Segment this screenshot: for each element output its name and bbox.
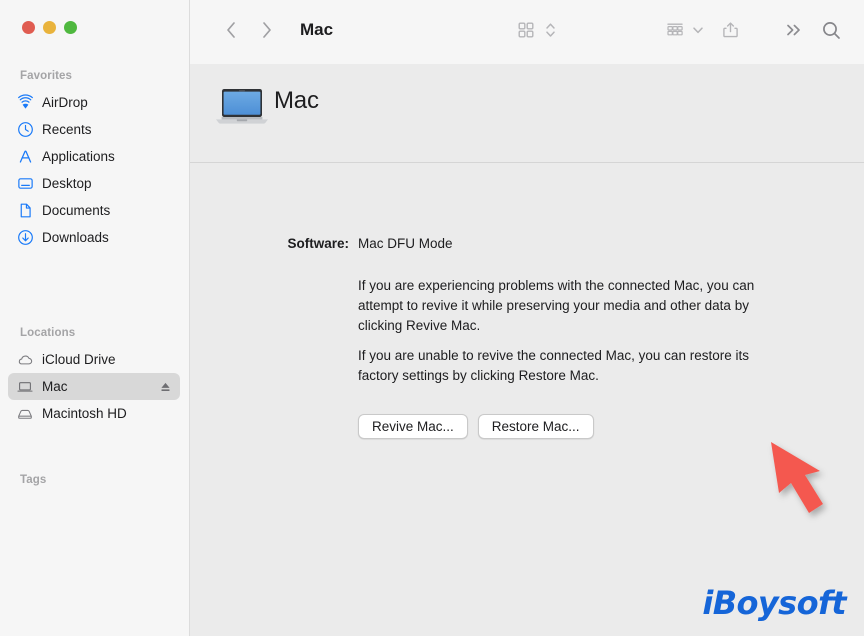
- harddisk-icon: [16, 405, 34, 423]
- double-chevron-right-icon: [787, 24, 800, 36]
- details-panel: Software: Mac DFU Mode If you are experi…: [190, 164, 864, 636]
- sidebar-item-label: Desktop: [42, 176, 92, 191]
- download-icon: [16, 229, 34, 247]
- view-options-button[interactable]: [542, 14, 558, 46]
- search-icon: [822, 21, 840, 39]
- revive-description: If you are experiencing problems with th…: [358, 278, 755, 333]
- sidebar-item-recents[interactable]: Recents: [8, 116, 180, 143]
- sidebar-item-icloud-drive[interactable]: iCloud Drive: [8, 346, 180, 373]
- group-by-dropdown-button[interactable]: [690, 14, 706, 46]
- sidebar-item-label: iCloud Drive: [42, 352, 116, 367]
- back-button[interactable]: [218, 14, 244, 46]
- airdrop-icon: [16, 94, 34, 112]
- laptop-icon: [16, 378, 34, 396]
- sidebar-section-locations: Locations iCloud Drive Mac Macintosh HD: [0, 325, 190, 427]
- sidebar-item-airdrop[interactable]: AirDrop: [8, 89, 180, 116]
- window-controls: [22, 21, 77, 34]
- finder-window: Favorites AirDrop Recents Applications D…: [0, 0, 864, 636]
- iboysoft-logo: iBoysoft: [702, 584, 846, 622]
- sidebar-item-documents[interactable]: Documents: [8, 197, 180, 224]
- clock-icon: [16, 121, 34, 139]
- cloud-icon: [16, 351, 34, 369]
- sidebar-item-label: Applications: [42, 149, 115, 164]
- more-toolbar-items-button[interactable]: [782, 14, 806, 46]
- sidebar-item-desktop[interactable]: Desktop: [8, 170, 180, 197]
- chevron-left-icon: [227, 22, 235, 38]
- restore-mac-button[interactable]: Restore Mac...: [477, 414, 594, 439]
- sidebar-item-macintosh-hd[interactable]: Macintosh HD: [8, 400, 180, 427]
- sidebar-item-label: Recents: [42, 122, 92, 137]
- sidebar: Favorites AirDrop Recents Applications D…: [0, 0, 190, 636]
- chevron-right-icon: [263, 22, 271, 38]
- sidebar-item-label: Mac: [42, 379, 68, 394]
- search-button[interactable]: [818, 14, 844, 46]
- desktop-icon: [16, 175, 34, 193]
- grid-view-button[interactable]: [514, 14, 538, 46]
- sidebar-section-tags: Tags: [0, 472, 190, 493]
- sidebar-item-label: Macintosh HD: [42, 406, 127, 421]
- software-value: Mac DFU Mode: [358, 236, 453, 251]
- share-icon: [722, 22, 738, 38]
- item-header: Mac: [190, 64, 864, 163]
- sidebar-item-label: Downloads: [42, 230, 109, 245]
- revive-mac-button[interactable]: Revive Mac...: [358, 414, 468, 439]
- applications-icon: [16, 148, 34, 166]
- sidebar-item-label: AirDrop: [42, 95, 88, 110]
- content-area: Mac Mac Software: Mac DFU Mode If you ar…: [190, 0, 864, 636]
- grid-view-icon: [518, 22, 534, 38]
- item-title: Mac: [274, 87, 319, 114]
- maximize-window-button[interactable]: [64, 21, 77, 34]
- software-label: Software:: [287, 236, 349, 251]
- eject-icon[interactable]: [159, 380, 172, 393]
- macbook-icon: [212, 83, 272, 131]
- group-by-icon: [667, 23, 683, 36]
- sidebar-section-header-favorites: Favorites: [20, 70, 73, 82]
- toolbar: Mac: [190, 0, 864, 64]
- sidebar-section-header-tags: Tags: [20, 474, 47, 486]
- sidebar-item-applications[interactable]: Applications: [8, 143, 180, 170]
- restore-description: If you are unable to revive the connecte…: [358, 348, 749, 383]
- close-window-button[interactable]: [22, 21, 35, 34]
- minimize-window-button[interactable]: [43, 21, 56, 34]
- sidebar-item-mac[interactable]: Mac: [8, 373, 180, 400]
- sidebar-section-favorites: Favorites AirDrop Recents Applications D…: [0, 68, 190, 251]
- sidebar-item-label: Documents: [42, 203, 111, 218]
- forward-button[interactable]: [254, 14, 280, 46]
- toolbar-title: Mac: [300, 20, 334, 39]
- sidebar-item-downloads[interactable]: Downloads: [8, 224, 180, 251]
- action-button-row: Revive Mac... Restore Mac...: [358, 414, 594, 439]
- share-button[interactable]: [718, 14, 742, 46]
- document-icon: [16, 202, 34, 220]
- chevron-down-icon: [693, 27, 703, 34]
- chevron-up-down-icon: [545, 23, 555, 37]
- group-by-button[interactable]: [662, 14, 688, 46]
- sidebar-section-header-locations: Locations: [20, 327, 76, 339]
